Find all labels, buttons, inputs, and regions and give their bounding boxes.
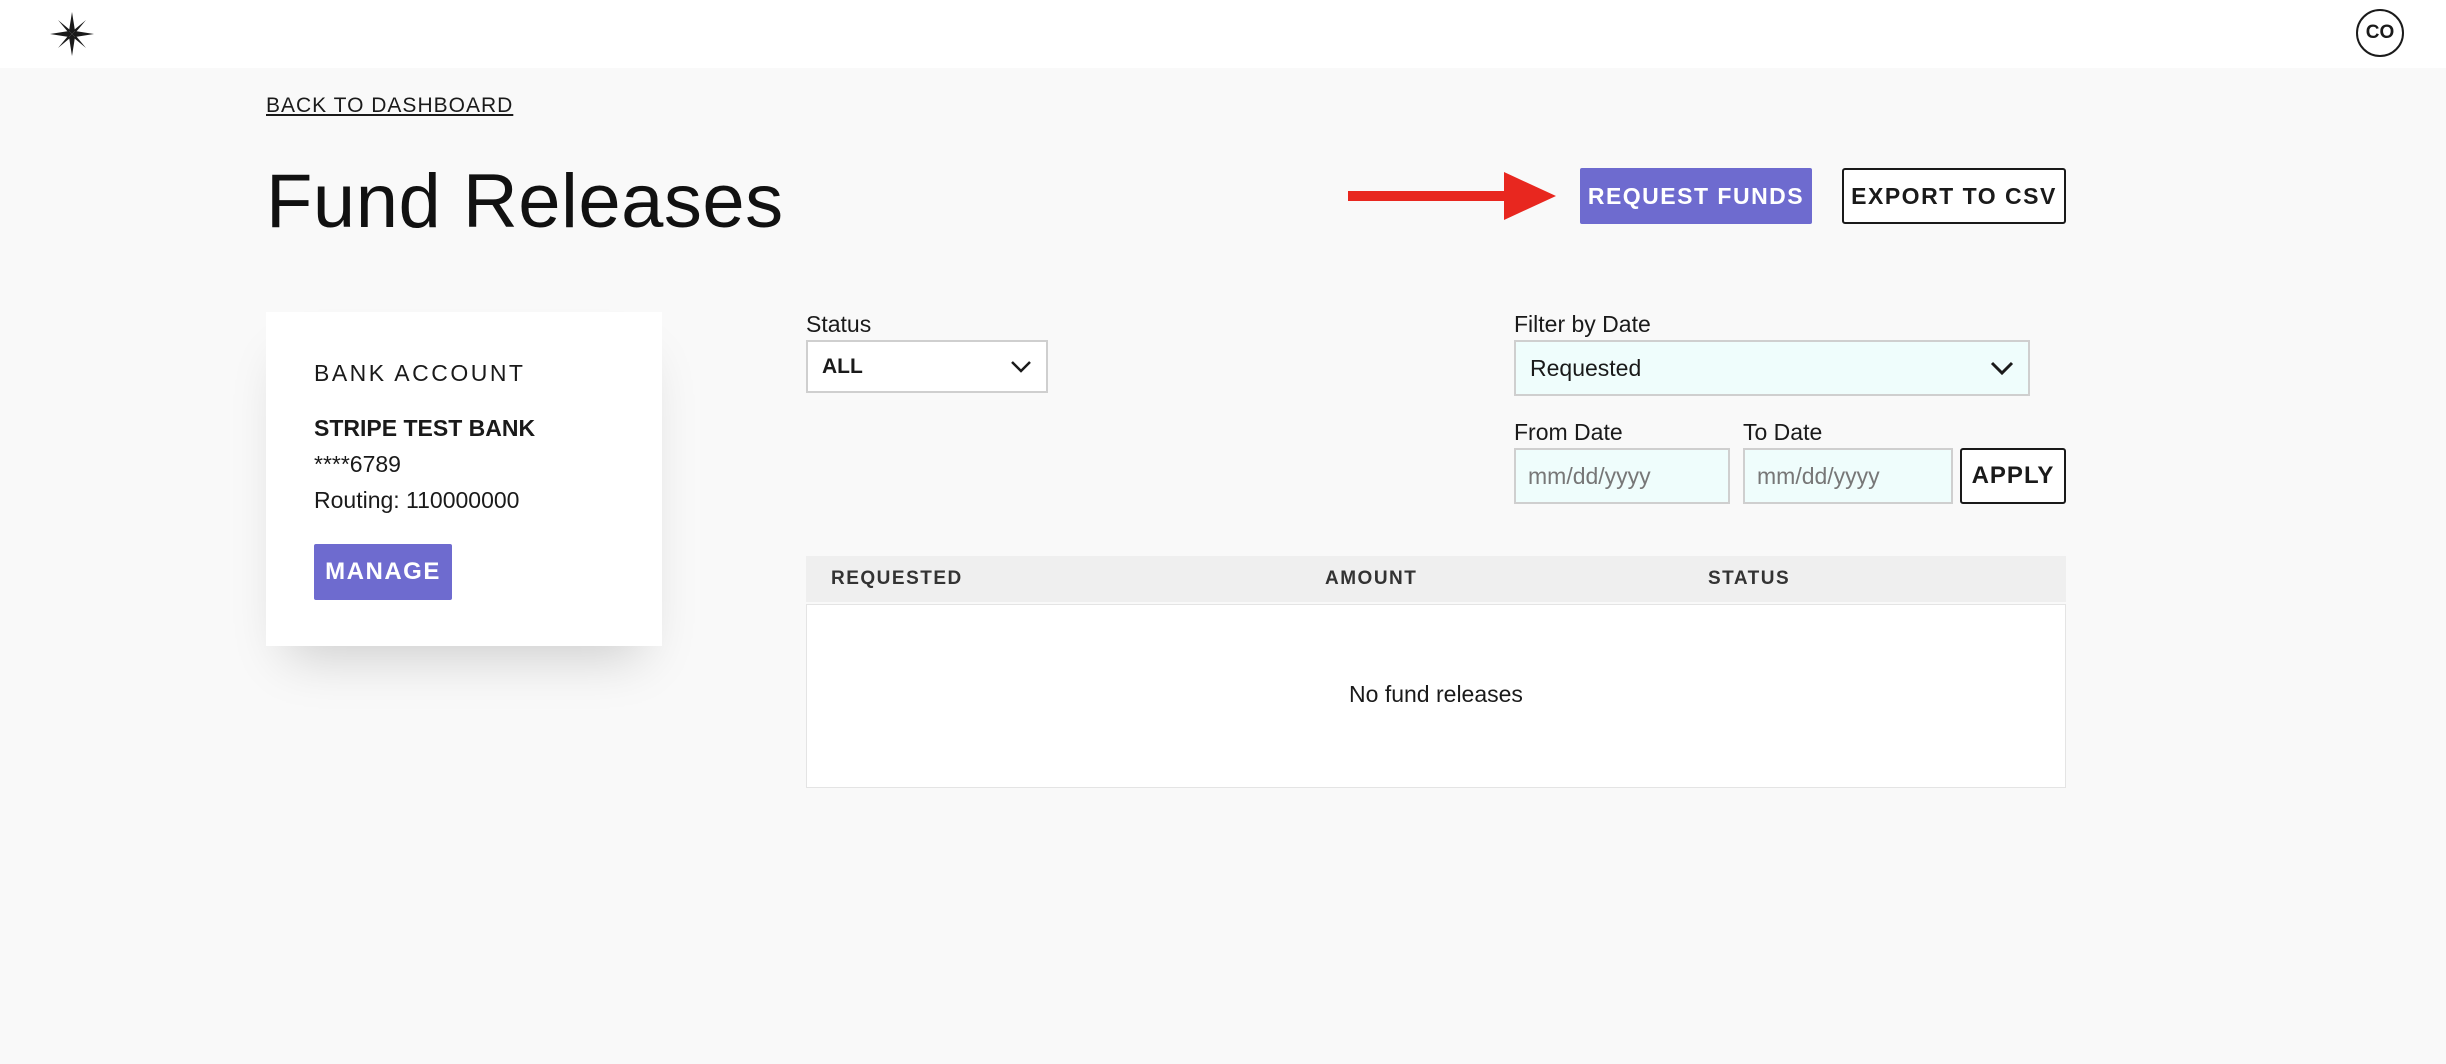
request-funds-button[interactable]: REQUEST FUNDS (1580, 168, 1812, 224)
column-amount[interactable]: AMOUNT (1325, 568, 1417, 590)
page-title: Fund Releases (266, 159, 784, 244)
status-label: Status (806, 311, 872, 337)
chevron-down-icon (1011, 360, 1031, 373)
top-bar: CO (0, 0, 2446, 68)
filter-by-date-label: Filter by Date (1514, 311, 1651, 337)
user-avatar[interactable]: CO (2356, 9, 2404, 57)
empty-state-message: No fund releases (1349, 681, 1523, 707)
routing-number: Routing: 110000000 (314, 487, 520, 513)
column-status[interactable]: STATUS (1708, 568, 1790, 590)
manage-bank-button[interactable]: MANAGE (314, 544, 452, 600)
date-filter-value: Requested (1530, 354, 1642, 381)
to-date-label: To Date (1743, 419, 1823, 445)
table-body: No fund releases (806, 604, 2066, 788)
from-date-label: From Date (1514, 419, 1623, 445)
bank-account-heading: BANK ACCOUNT (314, 360, 526, 386)
column-requested[interactable]: REQUESTED (831, 568, 963, 590)
table-header: REQUESTED AMOUNT STATUS (806, 556, 2066, 602)
date-filter-select[interactable]: Requested (1514, 340, 2030, 396)
account-number-masked: ****6789 (314, 451, 401, 477)
compass-star-icon[interactable] (48, 10, 96, 58)
status-select-value: ALL (822, 354, 863, 378)
bank-name: STRIPE TEST BANK (314, 415, 536, 441)
export-csv-button[interactable]: EXPORT TO CSV (1842, 168, 2066, 224)
back-to-dashboard-link[interactable]: BACK TO DASHBOARD (266, 94, 513, 118)
status-select[interactable]: ALL (806, 340, 1048, 393)
apply-button[interactable]: APPLY (1960, 448, 2066, 504)
chevron-down-icon (1990, 361, 2014, 375)
red-arrow-right-icon (1348, 172, 1556, 220)
from-date-input[interactable]: mm/dd/yyyy (1514, 448, 1730, 504)
bank-account-card: BANK ACCOUNT STRIPE TEST BANK ****6789 R… (266, 312, 662, 646)
to-date-input[interactable]: mm/dd/yyyy (1743, 448, 1953, 504)
